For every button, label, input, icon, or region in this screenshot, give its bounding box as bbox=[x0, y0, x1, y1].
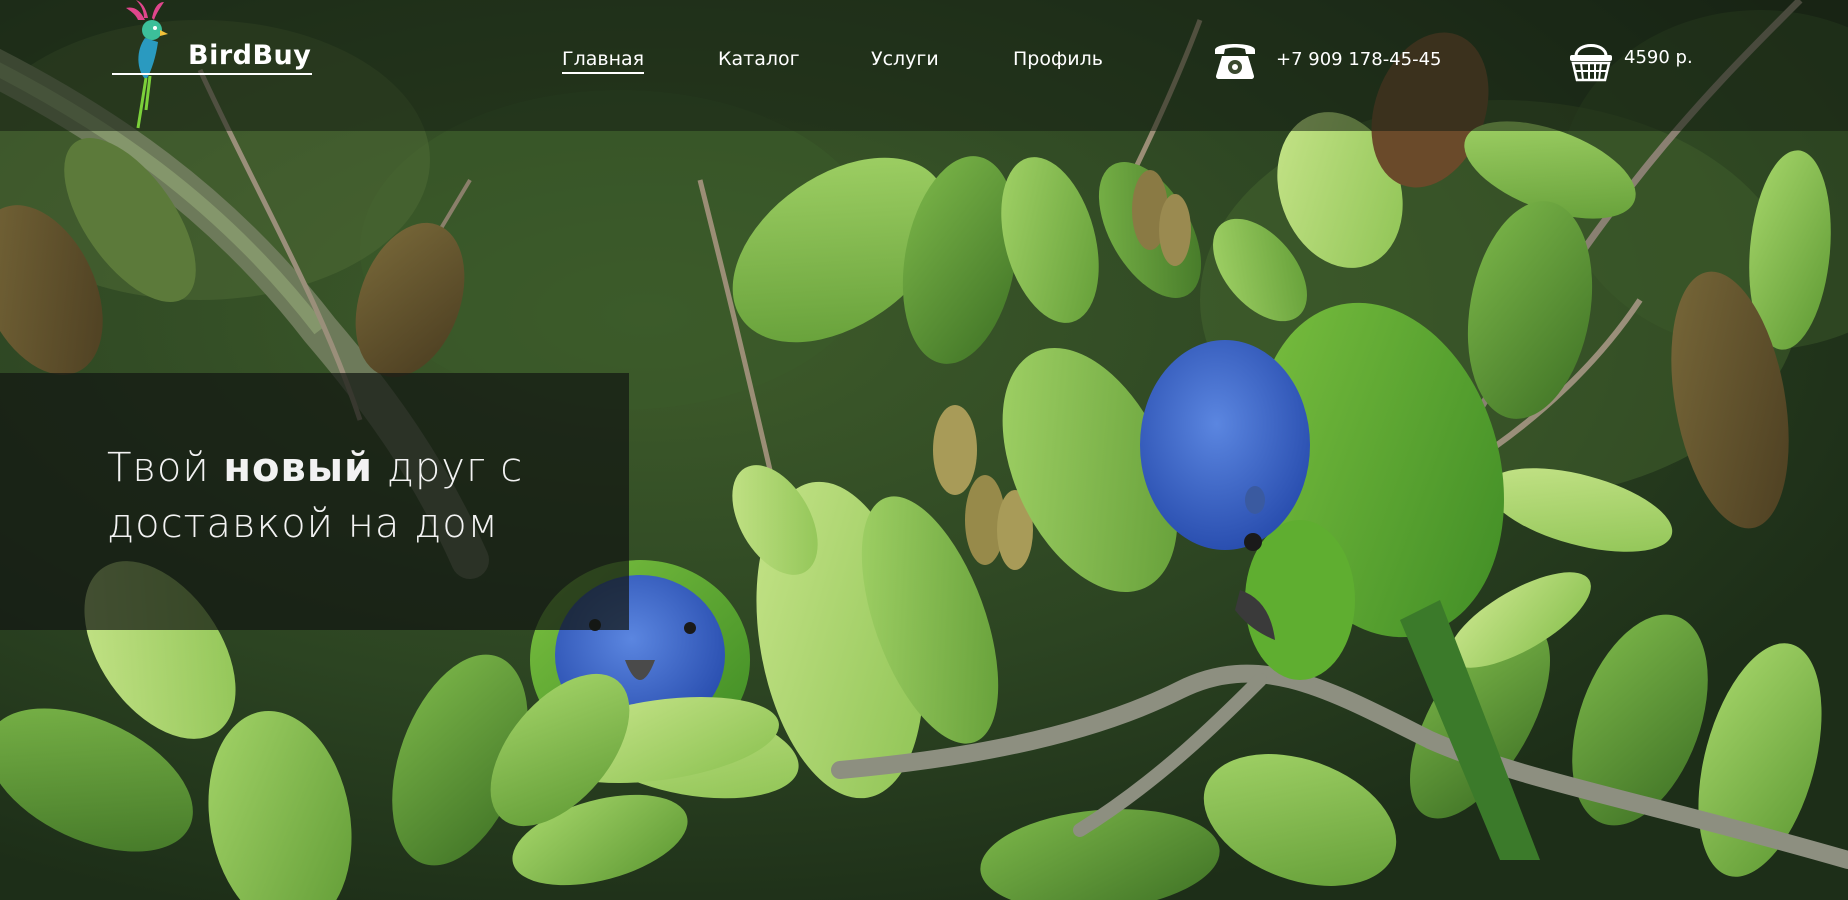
nav-item-catalog[interactable]: Каталог bbox=[718, 48, 800, 70]
hero-title-bold: новый bbox=[223, 445, 374, 491]
hero-title-start: Твой bbox=[107, 445, 224, 491]
parrot-logo-icon bbox=[126, 0, 168, 129]
nav-item-profile[interactable]: Профиль bbox=[1013, 48, 1103, 70]
nav-item-home[interactable]: Главная bbox=[562, 48, 645, 74]
site-header: BirdBuy Главная Каталог Услуги Профиль +… bbox=[0, 0, 1848, 131]
phone-icon[interactable] bbox=[1212, 36, 1258, 82]
nav-item-services[interactable]: Услуги bbox=[871, 48, 939, 70]
phone-number[interactable]: +7 909 178-45-45 bbox=[1276, 49, 1442, 70]
basket-icon[interactable] bbox=[1568, 36, 1614, 84]
cart-total[interactable]: 4590 р. bbox=[1624, 47, 1693, 68]
page: BirdBuy Главная Каталог Услуги Профиль +… bbox=[0, 0, 1848, 900]
logo[interactable]: BirdBuy bbox=[110, 0, 320, 130]
hero-title: Твой новый друг с доставкой на дом bbox=[107, 440, 607, 552]
brand-name: BirdBuy bbox=[188, 40, 312, 71]
logo-underline bbox=[112, 73, 312, 75]
